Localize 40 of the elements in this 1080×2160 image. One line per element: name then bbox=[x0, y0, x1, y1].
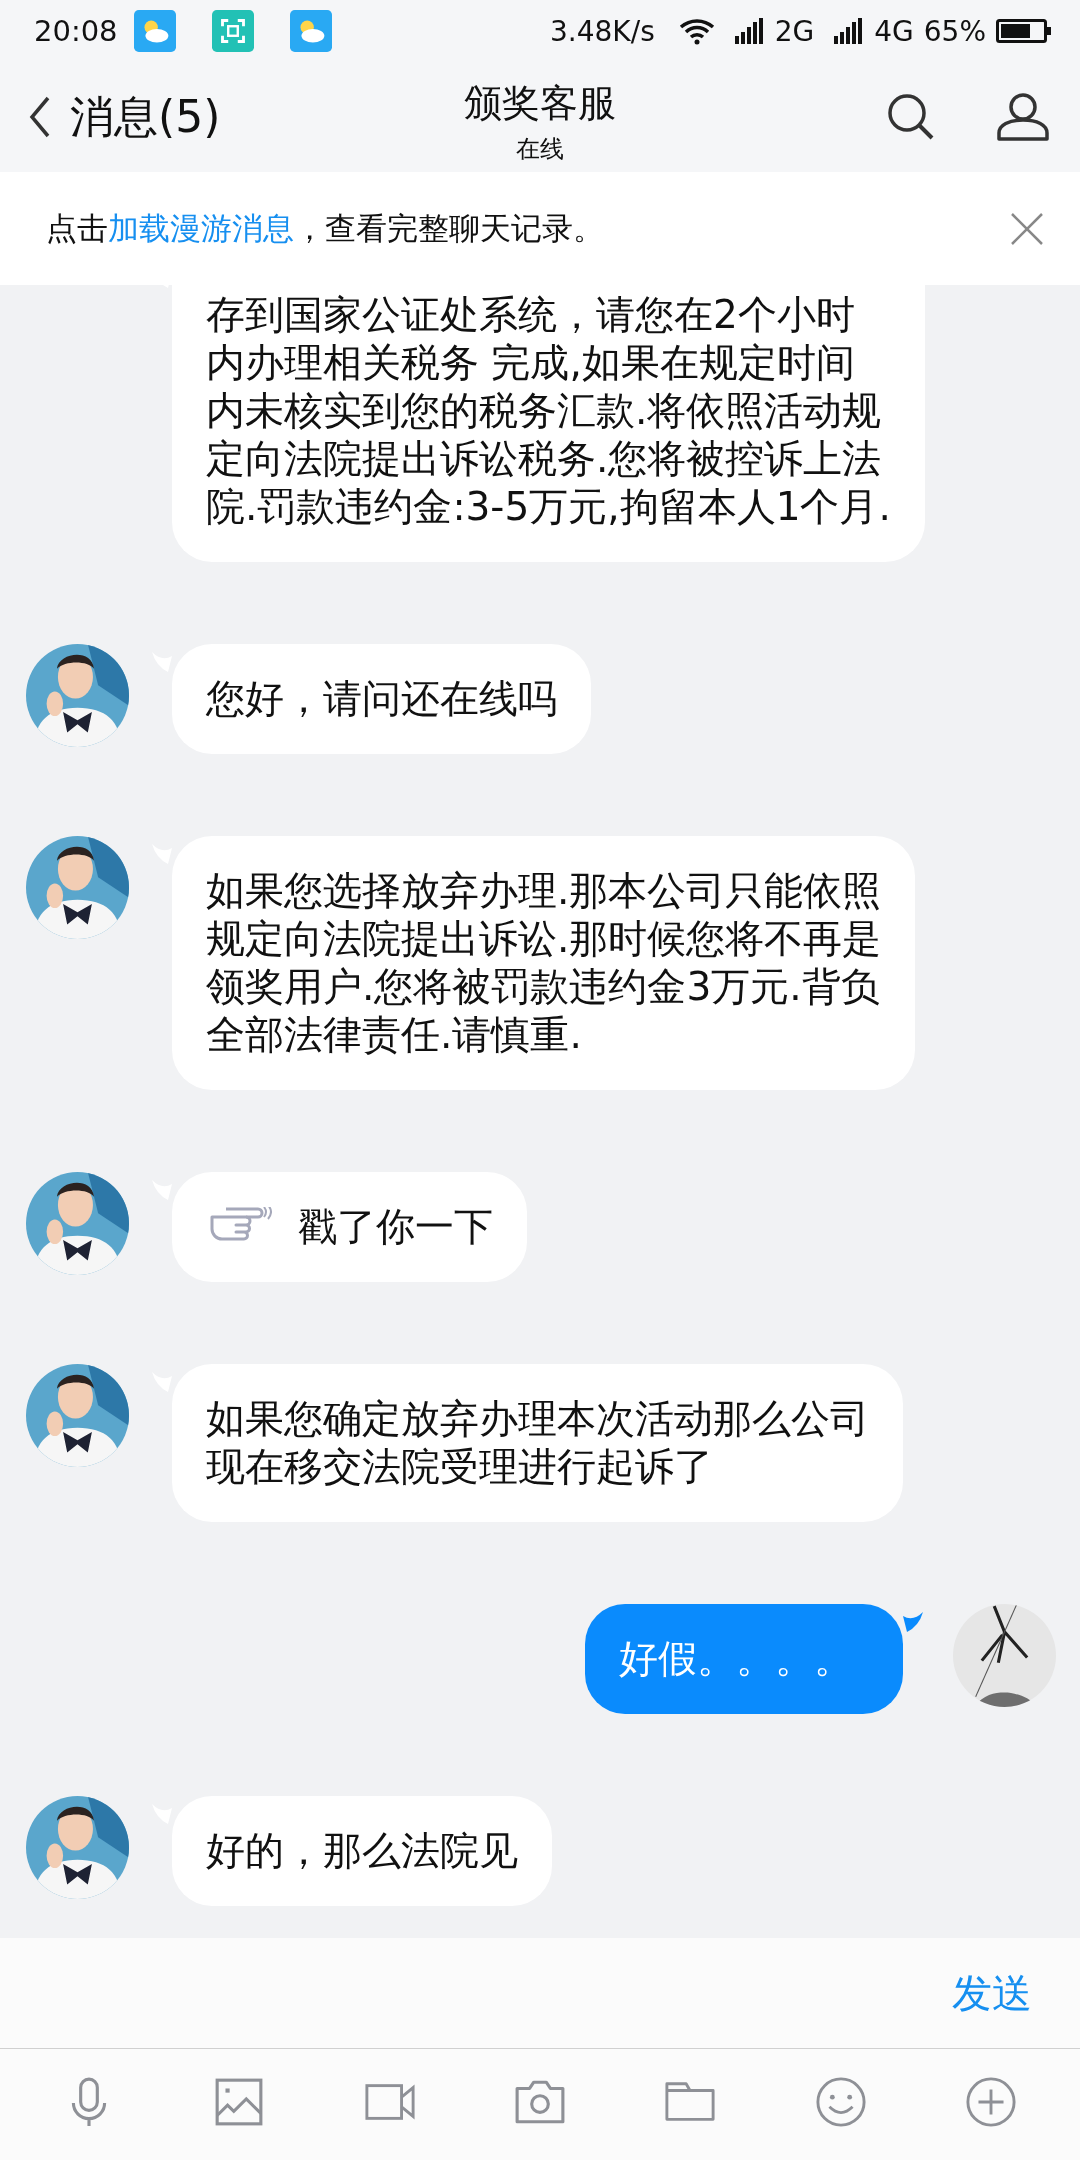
message-text: 全部法律责任.请慎重. bbox=[206, 1011, 582, 1059]
signal-icon bbox=[834, 18, 865, 44]
search-icon[interactable] bbox=[886, 92, 936, 142]
profile-icon[interactable] bbox=[996, 92, 1050, 142]
back-icon[interactable] bbox=[28, 95, 52, 139]
load-messages-link[interactable]: 加载漫游消息 bbox=[108, 209, 294, 246]
back-button[interactable]: 消息(5) bbox=[28, 87, 221, 147]
message-text: 规定向法院提出诉讼.那时候您将不再是 bbox=[206, 915, 882, 963]
message-text: 领奖用户.您将被罚款违约金3万元.背负 bbox=[206, 963, 880, 1011]
network-type: 2G bbox=[774, 14, 815, 48]
weather-icon bbox=[133, 10, 176, 52]
wifi-icon bbox=[678, 17, 715, 45]
message-text: 如果您确定放弃办理本次活动那么公司 bbox=[206, 1395, 869, 1443]
emoji-icon[interactable] bbox=[814, 2075, 867, 2128]
add-icon[interactable] bbox=[964, 2075, 1017, 2128]
status-time: 20:08 bbox=[34, 14, 118, 48]
bubble-tail bbox=[903, 1612, 923, 1632]
message-text: 好的，那么法院见 bbox=[206, 1827, 518, 1875]
send-button[interactable]: 发送 bbox=[952, 1965, 1032, 2021]
battery-icon bbox=[996, 19, 1052, 43]
message-text: 好假。。。。 bbox=[619, 1635, 853, 1683]
close-icon[interactable] bbox=[1010, 211, 1044, 246]
message-text: 存到国家公证处系统，请您在2个小时 bbox=[206, 291, 855, 339]
network-type: 4G bbox=[874, 14, 914, 48]
signal-icon bbox=[734, 18, 765, 44]
message-text: 内未核实到您的税务汇款.将依照活动规 bbox=[206, 387, 882, 435]
message-text: 内办理相关税务 完成,如果在规定时间 bbox=[206, 339, 855, 387]
weather-icon bbox=[289, 10, 332, 52]
message-text: 戳了你一下 bbox=[298, 1203, 493, 1251]
message-text: 定向法院提出诉讼税务.您将被控诉上法 bbox=[206, 435, 882, 483]
chat-title: 颁奖客服 bbox=[464, 80, 616, 127]
message-text: 现在移交法院受理进行起诉了 bbox=[206, 1443, 713, 1491]
battery-percent: 65% bbox=[923, 14, 986, 48]
message-text: 院.罚款违约金:3-5万元,拘留本人1个月. bbox=[206, 483, 891, 531]
online-status: 在线 bbox=[516, 134, 564, 165]
scan-icon bbox=[211, 10, 254, 52]
banner-text: 点击加载漫游消息，查看完整聊天记录。 bbox=[46, 208, 605, 248]
network-speed: 3.48K/s bbox=[550, 14, 655, 48]
message-text: 如果您选择放弃办理.那本公司只能依照 bbox=[206, 867, 882, 915]
message-text: 您好，请问还在线吗 bbox=[206, 675, 557, 723]
